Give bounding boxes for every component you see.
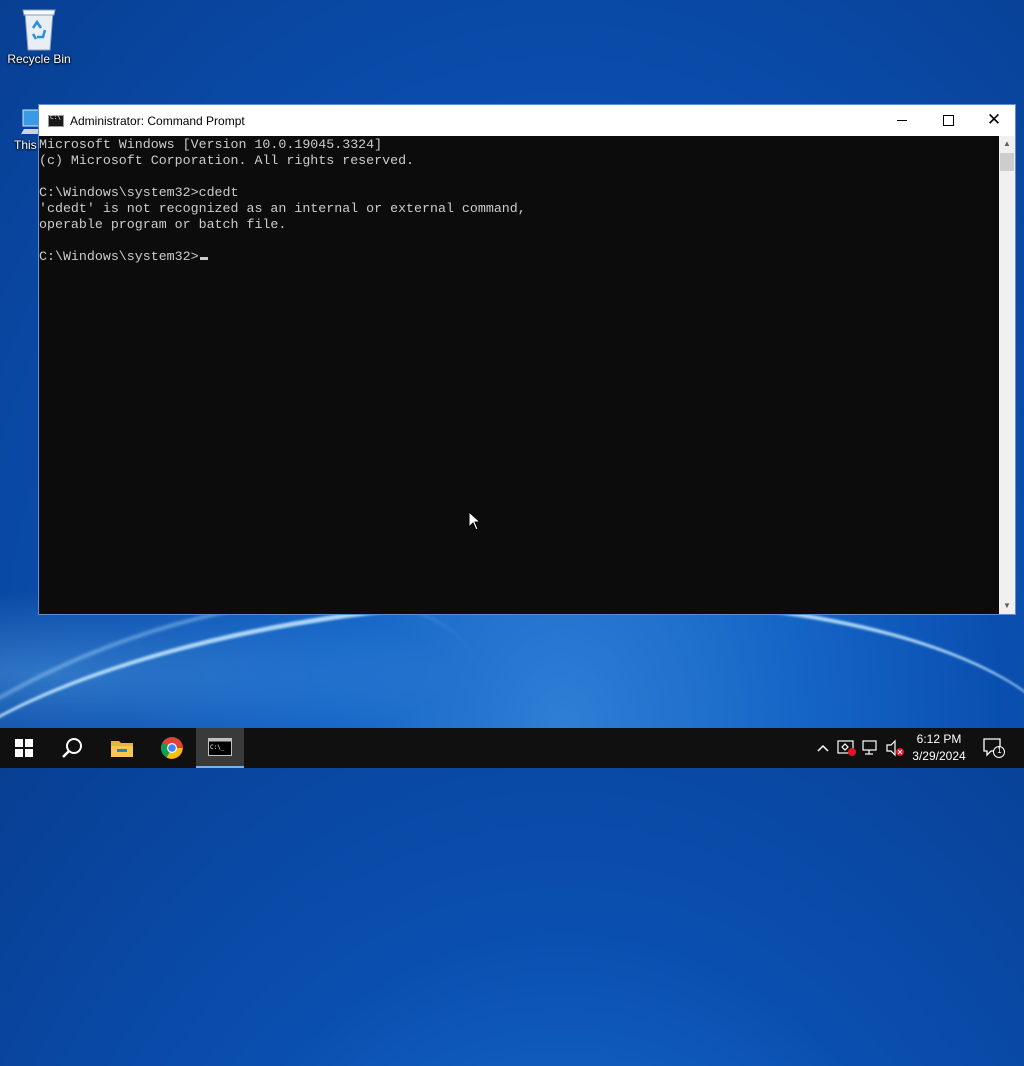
command-prompt-window[interactable]: Administrator: Command Prompt ✕ Microsof… — [38, 104, 1016, 615]
close-button[interactable]: ✕ — [971, 105, 1017, 136]
search-icon — [62, 738, 82, 758]
notification-count: 1 — [997, 746, 1002, 755]
minimize-icon — [897, 120, 907, 121]
clock[interactable]: 6:12 PM 3/29/2024 — [900, 731, 978, 765]
console-prompt-line[interactable]: C:\Windows\system32> — [39, 249, 999, 265]
console-line: Microsoft Windows [Version 10.0.19045.33… — [39, 137, 383, 152]
close-icon: ✕ — [986, 110, 1002, 130]
cmd-icon: C:\_ — [208, 738, 232, 756]
console-line: (c) Microsoft Corporation. All rights re… — [39, 153, 415, 168]
clock-time: 6:12 PM — [916, 732, 962, 746]
console-line: operable program or batch file. — [39, 217, 287, 232]
chrome-icon — [161, 737, 183, 759]
scroll-down-arrow-icon[interactable]: ▼ — [999, 598, 1015, 614]
network-disconnected-icon — [862, 740, 877, 755]
file-explorer-icon — [111, 741, 133, 757]
maximize-button[interactable] — [925, 105, 971, 136]
clock-date: 3/29/2024 — [912, 749, 966, 763]
text-cursor — [199, 257, 208, 260]
windows-start-icon — [15, 739, 33, 757]
chevron-up-icon — [817, 744, 829, 752]
taskbar: C:\_ 6:12 PM 3/29/2024 1 — [0, 728, 1024, 768]
scroll-up-arrow-icon[interactable]: ▲ — [999, 136, 1015, 152]
cmd-icon — [48, 114, 64, 127]
maximize-icon — [942, 115, 954, 126]
start-button[interactable] — [0, 728, 48, 768]
network-tray-button[interactable] — [860, 728, 882, 768]
mouse-pointer-icon — [468, 510, 482, 536]
security-warning-icon — [837, 740, 856, 756]
window-titlebar[interactable]: Administrator: Command Prompt ✕ — [39, 105, 1015, 136]
window-title: Administrator: Command Prompt — [70, 113, 245, 128]
search-button[interactable] — [48, 728, 96, 768]
console-prompt: C:\Windows\system32> — [39, 249, 199, 264]
show-hidden-icons-button[interactable] — [814, 728, 832, 768]
desktop-icon-label: Recycle Bin — [7, 52, 71, 66]
minimize-button[interactable] — [879, 105, 925, 136]
file-explorer-button[interactable] — [98, 728, 146, 768]
console-line: C:\Windows\system32>cdedt — [39, 185, 239, 200]
vertical-scrollbar[interactable]: ▲ ▼ — [999, 136, 1015, 614]
chrome-button[interactable] — [148, 728, 196, 768]
svg-text:C:\_: C:\_ — [210, 744, 225, 751]
cmd-taskbar-button[interactable]: C:\_ — [196, 728, 244, 768]
security-tray-button[interactable] — [836, 728, 858, 768]
scroll-thumb[interactable] — [1000, 153, 1014, 171]
recycle-bin-icon — [4, 6, 74, 52]
action-center-button[interactable]: 1 — [980, 728, 1008, 768]
console-output[interactable]: Microsoft Windows [Version 10.0.19045.33… — [39, 136, 999, 614]
console-line: 'cdedt' is not recognized as an internal… — [39, 201, 526, 216]
desktop-icon-recycle-bin[interactable]: Recycle Bin — [4, 6, 74, 66]
